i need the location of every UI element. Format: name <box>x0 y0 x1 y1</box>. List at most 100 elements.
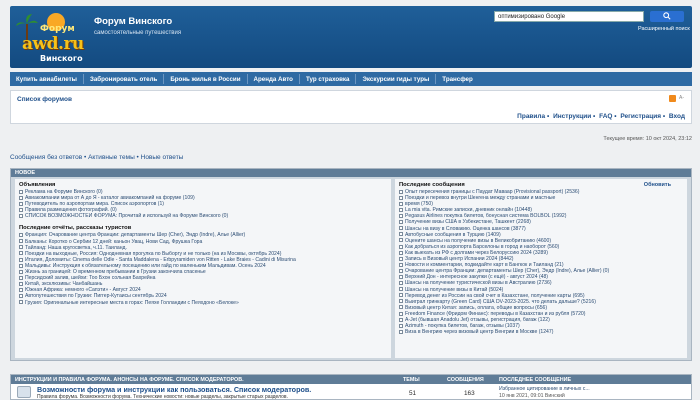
col-topics: ТЕМЫ <box>403 377 420 383</box>
top-navbar: Купить авиабилеты Забронировать отель Бр… <box>10 72 692 86</box>
logo-forum-word: Форум <box>40 24 75 34</box>
search-button[interactable] <box>650 11 684 22</box>
nav-transfer[interactable]: Трансфер <box>436 76 479 83</box>
user-links: Правила • Инструкции • FAQ • Регистрация… <box>517 113 685 120</box>
site-header: Форум awd.ru Винского Форум Винского сам… <box>10 6 692 68</box>
topic-icon <box>19 239 23 244</box>
report-item[interactable]: Грузия: Оригинальные интересные места в … <box>19 300 387 306</box>
quick-links[interactable]: Сообщения без ответов • Активные темы • … <box>10 154 183 161</box>
col-last-post: ПОСЛЕДНЕЕ СООБЩЕНИЕ <box>499 377 572 383</box>
announcement-item[interactable]: СПИСОК ВОЗМОЖНОСТЕЙ ФОРУМА: Прочитай и и… <box>19 213 387 219</box>
recent-post-item[interactable]: Виза в Венгрию через визовый центр Венгр… <box>399 329 683 335</box>
topic-icon <box>19 281 23 286</box>
rss-icon[interactable] <box>669 95 676 102</box>
topic-icon <box>399 238 403 243</box>
topic-icon <box>399 244 403 249</box>
nav-buy-tickets[interactable]: Купить авиабилеты <box>10 76 83 83</box>
nav-insurance[interactable]: Тур страховка <box>300 76 356 83</box>
forum-section-table: ИНСТРУКЦИИ И ПРАВИЛА ФОРУМА. АНОНСЫ НА Ф… <box>10 374 692 400</box>
link-register[interactable]: Регистрация <box>620 113 661 120</box>
breadcrumb-forum-list[interactable]: Список форумов <box>17 96 72 103</box>
topic-icon <box>19 294 23 299</box>
topic-icon <box>399 256 403 261</box>
nav-russia-housing[interactable]: Бронь жилья в России <box>164 76 246 83</box>
topic-icon <box>399 207 403 212</box>
topic-icon <box>19 287 23 292</box>
advanced-search-link[interactable]: Расширенный поиск <box>638 26 690 32</box>
topic-icon <box>19 195 23 200</box>
topic-icon <box>399 250 403 255</box>
search-icon <box>663 12 671 20</box>
topic-icon <box>399 220 403 225</box>
link-login[interactable]: Вход <box>669 113 685 120</box>
forum-row-title[interactable]: Возможности форума и инструкции как поль… <box>37 385 311 394</box>
font-size-icon[interactable]: A- <box>679 95 689 102</box>
topic-icon <box>399 281 403 286</box>
logo-domain: awd.ru <box>22 34 84 54</box>
topic-icon <box>19 275 23 280</box>
topic-icon <box>399 287 403 292</box>
topic-icon <box>399 232 403 237</box>
section-header: ИНСТРУКЦИИ И ПРАВИЛА ФОРУМА. АНОНСЫ НА Ф… <box>11 375 691 384</box>
forum-row-description: Правила форума. Возможности форума. Техн… <box>37 394 288 400</box>
reports-list: Франция: Очарование центра Франции: депа… <box>19 232 387 306</box>
nav-book-hotel[interactable]: Забронировать отель <box>84 76 163 83</box>
topic-icon <box>19 233 23 238</box>
topic-icon <box>19 189 23 194</box>
topic-icon <box>399 274 403 279</box>
link-rules[interactable]: Правила <box>517 113 545 120</box>
topic-icon <box>399 299 403 304</box>
forum-row-last-date: 10 янв 2021, 09:01 Винский <box>499 393 565 399</box>
topic-icon <box>19 263 23 268</box>
topic-icon <box>19 300 23 305</box>
topic-icon <box>399 268 403 273</box>
forum-row[interactable]: Возможности форума и инструкции как поль… <box>11 384 691 400</box>
logo-vinsky-word: Винского <box>40 54 83 63</box>
breadcrumb-bar: Список форумов A- Правила • Инструкции •… <box>10 90 692 124</box>
nav-car-rental[interactable]: Аренда Авто <box>248 76 299 83</box>
new-block: НОВОЕ Объявления Реклама на Форуме Винск… <box>10 168 692 361</box>
topic-icon <box>19 201 23 206</box>
recent-posts-column: Последние сообщения Обновить Опыт пересе… <box>395 179 687 358</box>
topic-icon <box>399 214 403 219</box>
topic-icon <box>19 214 23 219</box>
forum-row-posts: 163 <box>464 390 475 397</box>
site-title[interactable]: Форум Винского <box>94 16 172 27</box>
topic-icon <box>399 195 403 200</box>
topic-icon <box>399 293 403 298</box>
topic-icon <box>399 262 403 267</box>
topic-icon <box>399 189 403 194</box>
search-input[interactable]: оптимизировано Google <box>494 11 644 22</box>
topic-icon <box>19 251 23 256</box>
topic-icon <box>399 226 403 231</box>
topic-icon <box>399 201 403 206</box>
topic-icon <box>19 269 23 274</box>
recent-posts-list: Опыт пересечения границы с Паудат Маваар… <box>399 189 683 335</box>
forum-row-last-post[interactable]: Избранное цитирование в личных с... <box>499 386 590 392</box>
forum-folder-icon <box>17 386 31 398</box>
topic-icon <box>399 323 403 328</box>
forum-row-topics: 51 <box>409 390 417 397</box>
link-faq[interactable]: FAQ <box>599 113 612 120</box>
refresh-link[interactable]: Обновить <box>644 182 671 188</box>
announcements-heading: Объявления <box>19 182 56 188</box>
topic-icon <box>19 257 23 262</box>
topic-icon <box>19 245 23 250</box>
announcements-column: Объявления Реклама на Форуме Винского (0… <box>15 179 391 358</box>
reports-heading: Последние отчёты, рассказы туристов <box>19 225 132 232</box>
site-logo[interactable]: Форум awd.ru Винского <box>16 10 84 66</box>
nav-excursions[interactable]: Экскурсии гиды туры <box>356 76 435 83</box>
col-posts: СООБЩЕНИЯ <box>447 377 484 383</box>
current-time: Текущее время: 10 окт 2024, 23:12 <box>603 136 692 142</box>
topic-icon <box>399 329 403 334</box>
topic-icon <box>399 317 403 322</box>
recent-posts-heading: Последние сообщения <box>399 182 465 188</box>
block-title: НОВОЕ <box>11 169 691 177</box>
topic-icon <box>399 305 403 310</box>
announcements-list: Реклама на Форуме Винского (0) Авиакомпан… <box>19 189 387 219</box>
topic-icon <box>19 207 23 212</box>
section-title: ИНСТРУКЦИИ И ПРАВИЛА ФОРУМА. АНОНСЫ НА Ф… <box>15 377 244 383</box>
topic-icon <box>399 311 403 316</box>
site-description: самостоятельные путешествия <box>94 30 182 36</box>
link-instructions[interactable]: Инструкции <box>553 113 591 120</box>
